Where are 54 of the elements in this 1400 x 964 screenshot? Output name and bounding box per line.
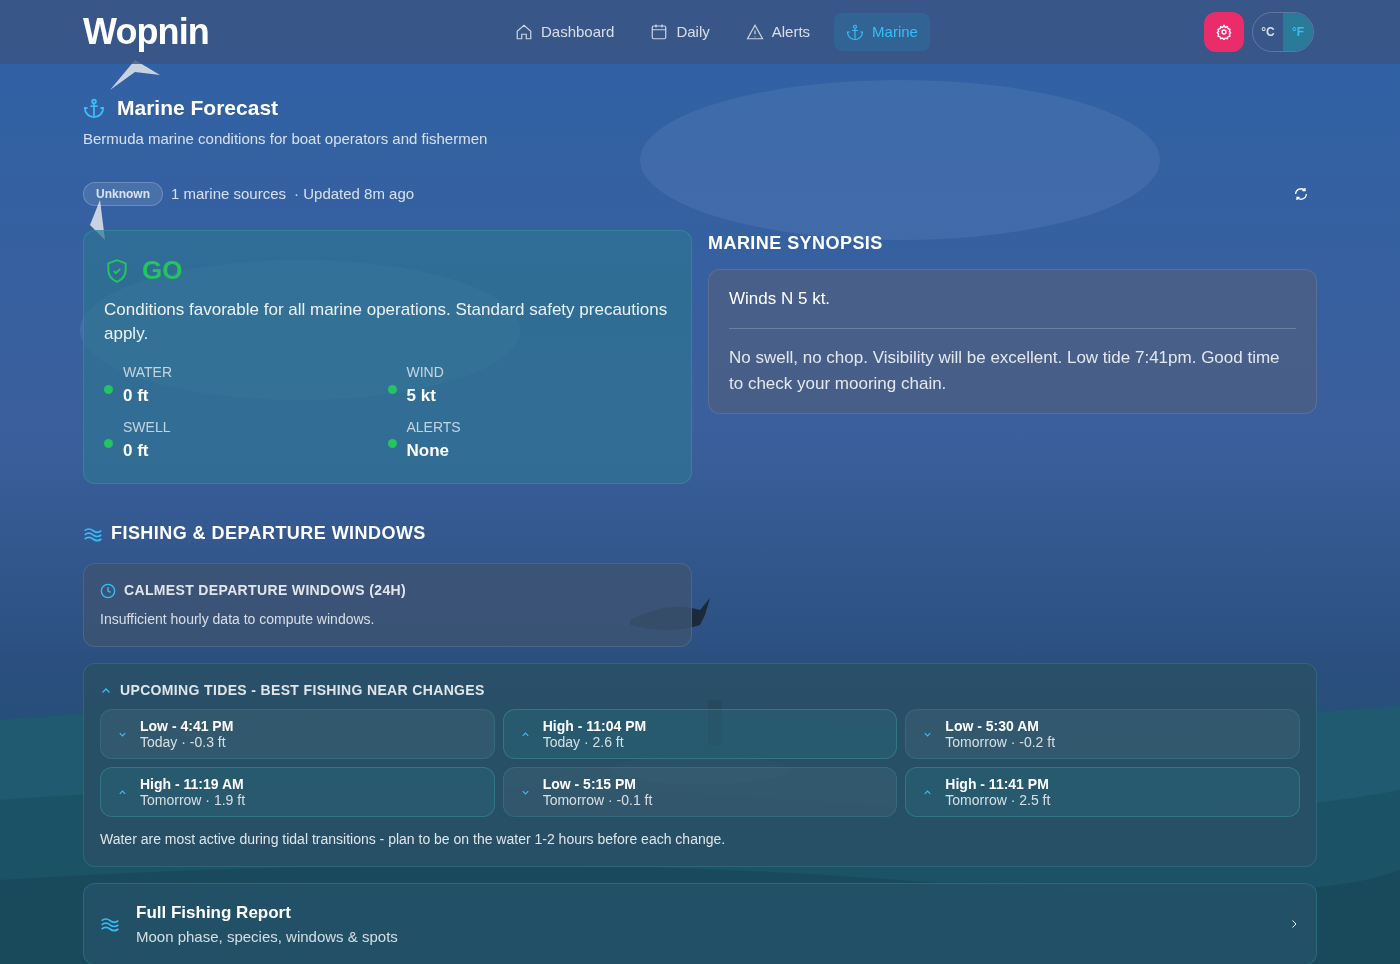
nav-tab[interactable]: Daily <box>638 12 722 52</box>
refresh-icon[interactable] <box>1293 186 1309 202</box>
waves-icon <box>100 916 120 932</box>
metric-label: ALERTS <box>406 417 461 437</box>
tide-time: Low - 4:41 PM <box>140 718 234 734</box>
card-heading: CALMEST DEPARTURE WINDOWS (24H) <box>124 581 407 600</box>
status-message: Conditions favorable for all marine operations. Standard safety precautions apply. <box>104 299 669 345</box>
tide-time: Low - 5:15 PM <box>542 776 637 792</box>
clock-icon <box>100 582 116 599</box>
metric-value: 0 ft <box>123 439 150 462</box>
tide-detail: Tomorrow · 2.5 ft <box>945 792 1051 808</box>
anchor-icon <box>83 96 105 119</box>
shield-check-icon <box>104 256 130 285</box>
metric-label: WATER <box>123 363 172 382</box>
metric-label: WIND <box>406 363 444 382</box>
section-heading: MARINE SYNOPSIS <box>708 232 884 255</box>
tides-note: Water are most active during tidal transitions - plan to be on the water 1-2 hours before each change. <box>100 830 727 849</box>
logo[interactable]: Wopnin <box>83 5 503 59</box>
status-badge: Unknown <box>83 182 163 206</box>
tide-time: Low - 5:30 AM <box>945 718 1040 734</box>
updated-text: · Updated 8m ago <box>294 183 415 204</box>
home-icon <box>515 23 533 41</box>
settings-icon <box>1216 24 1232 40</box>
report-link[interactable]: Full Fishing Report Moon phase, species, windows & spots <box>83 883 1317 964</box>
unit-toggle[interactable]: °C <box>1253 13 1283 51</box>
card-text: Insufficient hourly data to compute windows. <box>100 610 376 629</box>
tide-time: High - 11:19 AM <box>140 776 245 792</box>
metric-value: None <box>406 439 450 462</box>
synopsis-text: No swell, no chop. Visibility will be excellent. Low tide 7:41pm. Good time to check your mooring chain. <box>729 346 1281 395</box>
settings-button[interactable] <box>1204 12 1244 52</box>
nav-tab[interactable]: Dashboard <box>503 12 627 52</box>
tides-toggle[interactable]: UPCOMING TIDES - BEST FISHING NEAR CHANGES <box>100 680 485 701</box>
tide-time: High - 11:41 PM <box>945 776 1050 792</box>
verdict-text: GO <box>142 254 183 287</box>
metric-value: 0 ft <box>123 385 150 407</box>
tide-detail: Tomorrow · 1.9 ft <box>140 792 246 808</box>
tide-detail: Today · -0.3 ft <box>140 734 227 750</box>
nav-tab[interactable]: Marine <box>834 12 930 52</box>
sources-text: 1 marine sources <box>171 183 287 204</box>
metric-label: SWELL <box>123 417 171 437</box>
nav-tab[interactable]: Alerts <box>733 12 823 52</box>
tide-detail: Tomorrow · -0.2 ft <box>945 734 1056 750</box>
tide-detail: Tomorrow · -0.1 ft <box>542 792 653 808</box>
anchor-icon <box>846 23 865 41</box>
waves-icon <box>83 525 103 542</box>
section-heading: FISHING & DEPARTURE WINDOWS <box>111 522 426 545</box>
metric-value: 5 kt <box>406 385 437 407</box>
warning-icon <box>745 23 764 41</box>
page-subtitle: Bermuda marine conditions for boat operators and fishermen <box>83 128 489 149</box>
tide-detail: Today · 2.6 ft <box>542 734 625 750</box>
synopsis-lead: Winds N 5 kt. <box>729 286 1296 329</box>
page-title: Marine Forecast <box>117 95 279 121</box>
calendar-icon <box>650 23 669 41</box>
tide-time: High - 11:04 PM <box>542 718 647 734</box>
